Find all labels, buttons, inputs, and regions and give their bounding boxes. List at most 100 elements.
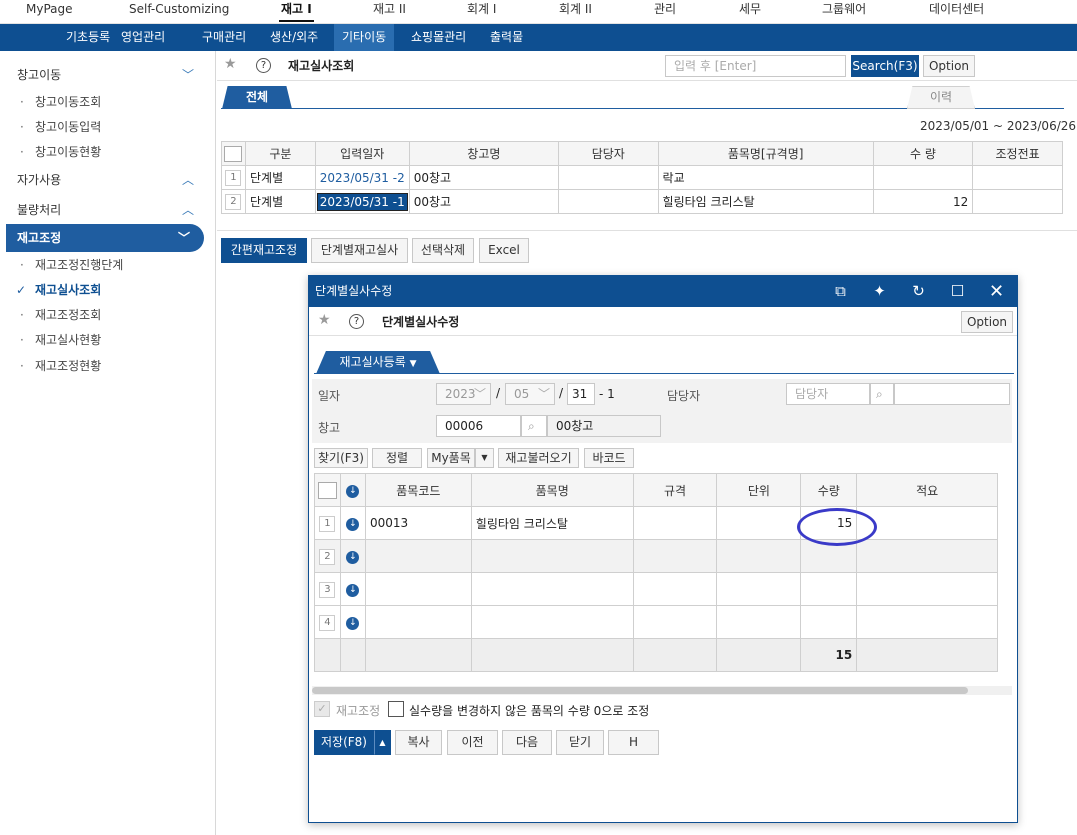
sort-button[interactable]: 정렬 [372,448,422,468]
cell-name[interactable] [470,539,634,573]
sidebar-item-adjust-status[interactable]: · 재고조정현황 [20,355,101,377]
arrow-down-icon[interactable]: ↓ [346,584,360,597]
col-header-unit[interactable]: 단위 [716,473,802,507]
year-select[interactable]: 2023 ﹀ [436,383,491,405]
my-items-button[interactable]: My품목 [427,448,475,468]
cell-date-link[interactable]: 2023/05/31 -2 [314,165,410,190]
grid-row[interactable]: 2 ↓ [314,539,998,573]
caret-up-icon[interactable]: ▲ [374,730,391,755]
sidebar-group-defect[interactable]: 불량처리 ︿ [0,196,216,224]
close-icon[interactable]: ✕ [977,276,1016,307]
help-icon[interactable]: ? [349,314,364,329]
cell-date-link[interactable]: 2023/05/31 -1 [314,189,410,214]
tab-all[interactable]: 전체 [222,86,292,109]
cell-code[interactable] [364,572,472,606]
month-select[interactable]: 05 ﹀ [505,383,555,405]
sub-menu-output[interactable]: 출력물 [482,24,531,51]
sidebar-item-stocktake-inquiry[interactable]: ✓ 재고실사조회 [16,279,101,301]
cell-name[interactable]: 힐링타임 크리스탈 [470,506,634,540]
popout-icon[interactable]: ⧉ [821,276,860,307]
cell-spec[interactable] [632,506,718,540]
cell-code[interactable]: 00013 [364,506,472,540]
arrow-down-icon[interactable]: ↓ [346,551,360,564]
sub-menu-purchase[interactable]: 구매관리 [194,24,254,51]
sidebar-item-move-inquiry[interactable]: · 창고이동조회 [20,91,101,113]
sidebar-item-stocktake-status[interactable]: · 재고실사현황 [20,329,101,351]
top-menu-management[interactable]: 관리 [654,0,676,22]
horizontal-scrollbar-thumb[interactable] [312,687,968,694]
delete-selected-button[interactable]: 선택삭제 [412,238,474,263]
col-header-qty[interactable]: 수량 [800,473,858,507]
col-header-code[interactable]: 품목코드 [364,473,472,507]
warehouse-code-input[interactable]: 00006 [436,415,521,437]
cell-memo[interactable] [856,539,998,573]
excel-button[interactable]: Excel [479,238,529,263]
sidebar-group-self-use[interactable]: 자가사용 ︿ [0,166,216,194]
step-stocktake-button[interactable]: 단계별재고실사 [311,238,408,263]
cell-unit[interactable] [716,506,802,540]
col-header-spec[interactable]: 규격 [632,473,718,507]
sidebar-item-adjust-progress[interactable]: · 재고조정진행단계 [20,254,123,276]
table-row[interactable]: 2 단계별 2023/05/31 -1 00창고 힐링타임 크리스탈 12 [221,189,1063,214]
sub-menu-basic[interactable]: 기초등록 [58,24,118,51]
cell-qty[interactable] [800,605,858,639]
top-menu-accounting-2[interactable]: 회계 II [559,0,592,22]
tab-stocktake-register[interactable]: 재고실사등록 ▼ [316,351,440,374]
sidebar-item-move-input[interactable]: · 창고이동입력 [20,116,101,138]
cell-unit[interactable] [716,572,802,606]
col-header-date[interactable]: 입력일자 [314,141,410,166]
checkbox[interactable] [224,145,243,162]
table-row[interactable]: 1 단계별 2023/05/31 -2 00창고 락교 [221,165,1063,190]
select-all-checkbox[interactable] [314,473,341,507]
sub-menu-production[interactable]: 생산/외주 [262,24,326,51]
top-menu-tax[interactable]: 세무 [739,0,761,22]
arrow-down-icon[interactable]: ↓ [346,518,360,531]
arrow-down-icon[interactable]: ↓ [346,617,360,630]
cell-code[interactable] [364,605,472,639]
grid-row[interactable]: 1 ↓ 00013 힐링타임 크리스탈 15 [314,506,998,540]
load-stock-button[interactable]: 재고불러오기 [498,448,579,468]
cell-qty[interactable] [800,572,858,606]
cell-unit[interactable] [716,605,802,639]
cell-memo[interactable] [856,572,998,606]
grid-row[interactable]: 4 ↓ [314,605,998,639]
cell-code[interactable] [364,539,472,573]
sidebar-item-move-status[interactable]: · 창고이동현황 [20,141,101,163]
col-header-warehouse[interactable]: 창고명 [408,141,559,166]
checkbox[interactable] [317,481,337,499]
search-input[interactable]: 입력 후 [Enter] [665,55,846,77]
sub-menu-shopping[interactable]: 쇼핑몰관리 [403,24,474,51]
zero-qty-checkbox[interactable] [388,701,404,717]
dialog-titlebar[interactable]: 단계별실사수정 ⧉ ✦ ↻ ☐ ✕ [309,276,1017,307]
sidebar-group-stock-adjust[interactable]: 재고조정 ﹀ [6,224,204,252]
top-menu-mypage[interactable]: MyPage [26,0,73,22]
cell-memo[interactable] [856,506,998,540]
next-button[interactable]: 다음 [502,730,552,755]
cell-name[interactable] [470,572,634,606]
find-button[interactable]: 찾기(F3) [314,448,368,468]
option-button[interactable]: Option [923,55,975,77]
history-button[interactable]: H [608,730,659,755]
col-header-qty[interactable]: 수 량 [872,141,974,166]
cell-spec[interactable] [632,605,718,639]
select-all-checkbox[interactable] [221,141,246,166]
sub-menu-other-movement[interactable]: 기타이동 [334,24,395,51]
quick-adjust-button[interactable]: 간편재고조정 [221,238,307,263]
sidebar-group-warehouse-move[interactable]: 창고이동 ﹀ [0,61,216,89]
search-button[interactable]: Search(F3) [851,55,919,77]
arrow-down-icon[interactable]: ↓ [346,485,360,498]
save-button[interactable]: 저장(F8) [314,730,374,755]
copy-button[interactable]: 복사 [395,730,442,755]
help-icon[interactable]: ? [256,58,271,73]
sidebar-item-adjust-inquiry[interactable]: · 재고조정조회 [20,304,101,326]
search-icon[interactable]: ⌕ [870,383,894,405]
adjust-checkbox[interactable]: ✓ [314,701,330,717]
col-header-item[interactable]: 품목명[규격명] [657,141,874,166]
cell-name[interactable] [470,605,634,639]
caret-down-icon[interactable]: ▼ [475,448,494,468]
cell-unit[interactable] [716,539,802,573]
top-menu-self-customizing[interactable]: Self-Customizing [129,0,229,22]
prev-button[interactable]: 이전 [447,730,498,755]
col-header-manager[interactable]: 담당자 [557,141,659,166]
refresh-icon[interactable]: ↻ [899,276,938,307]
